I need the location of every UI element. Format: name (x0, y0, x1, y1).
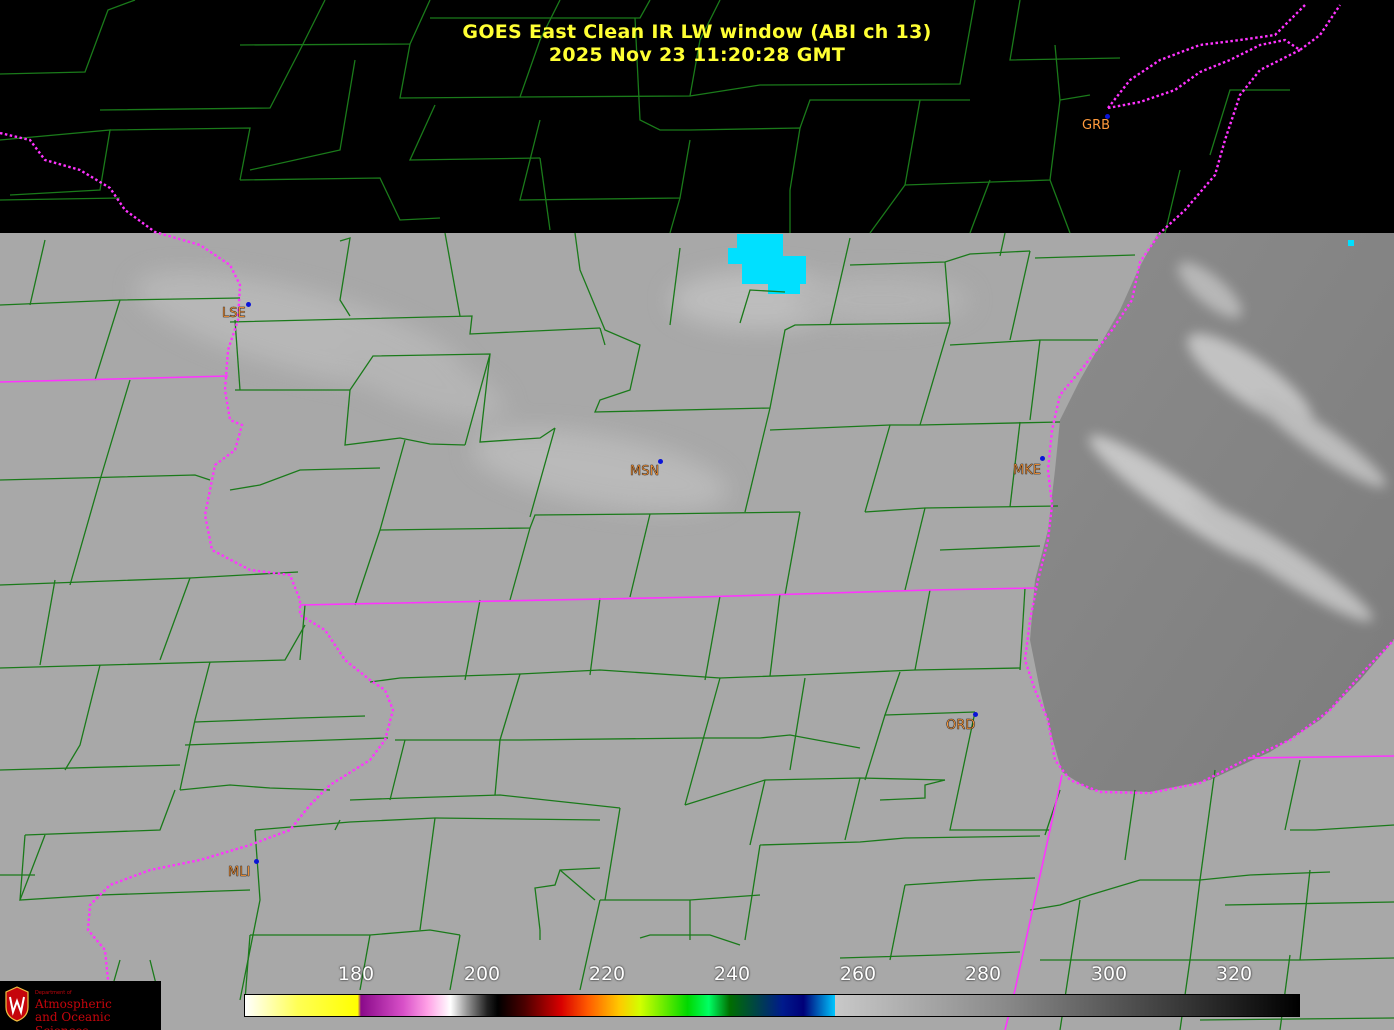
image-title: GOES East Clean IR LW window (ABI ch 13) (462, 21, 932, 43)
colorbar-tick-label: 280 (964, 963, 1002, 985)
satellite-map (0, 0, 1394, 1030)
station-label: MKE (1013, 463, 1041, 478)
colorbar-tick-label: 240 (713, 963, 751, 985)
uw-crest-icon (5, 986, 29, 1022)
colorbar-tick-label: 220 (588, 963, 626, 985)
station-dot (246, 302, 251, 307)
logo-department-text: Department of (35, 990, 72, 996)
colorbar-tick-label: 260 (839, 963, 877, 985)
image-timestamp: 2025 Nov 23 11:20:28 GMT (548, 44, 846, 66)
colorbar-tick-label: 320 (1215, 963, 1253, 985)
station-label: MLI (228, 865, 251, 880)
colorbar-tick-label: 300 (1090, 963, 1128, 985)
satellite-image-viewer: GOES East Clean IR LW window (ABI ch 13)… (0, 0, 1394, 1030)
aos-logo: Department of Atmospheric and Oceanic Sc… (0, 981, 161, 1030)
logo-name-line2: and Oceanic Sciences (35, 1010, 111, 1030)
station-label: ORD (946, 718, 976, 733)
colorbar-tick-label: 200 (463, 963, 501, 985)
logo-name-line1: Atmospheric (35, 997, 112, 1011)
colorbar-tick-label: 180 (337, 963, 375, 985)
station-label: LSE (222, 306, 246, 321)
station-label: GRB (1082, 118, 1111, 133)
station-label: MSN (630, 464, 660, 479)
station-dot (254, 859, 259, 864)
temperature-colorbar (244, 994, 1300, 1017)
station-dot (1040, 456, 1045, 461)
station-dot (973, 712, 978, 717)
